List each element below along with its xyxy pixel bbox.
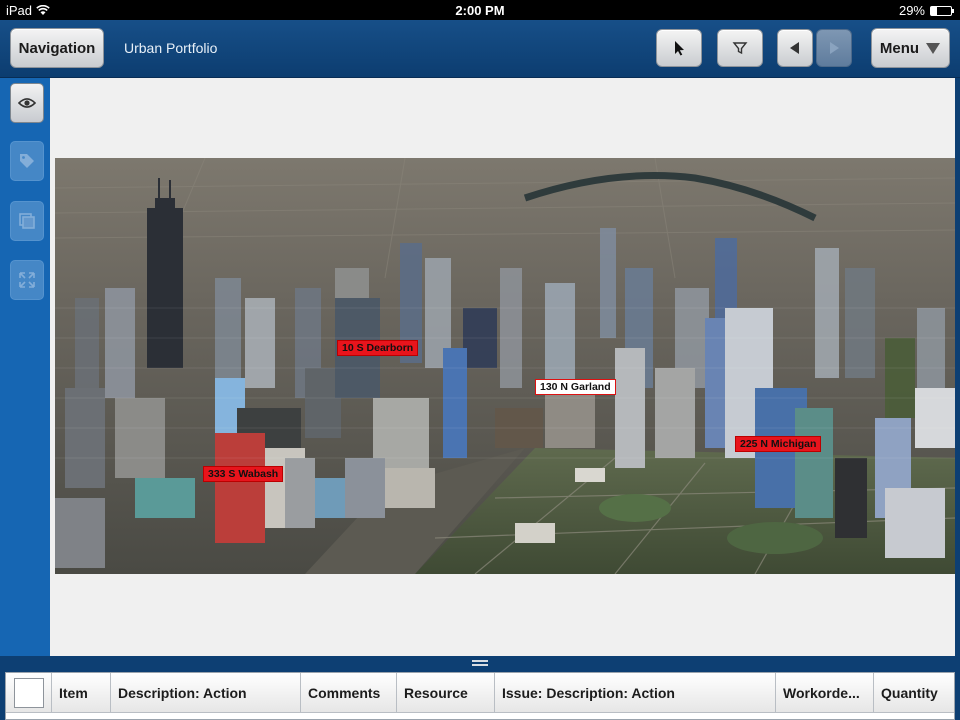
city-aerial-image[interactable]: 10 S Dearborn 130 N Garland 225 N Michig… [55, 158, 955, 574]
layers-button[interactable] [10, 201, 44, 241]
forward-button[interactable] [816, 29, 852, 67]
column-header-issue[interactable]: Issue: Description: Action [495, 673, 776, 712]
filter-icon [732, 42, 748, 55]
expand-button[interactable] [10, 260, 44, 300]
navigation-button[interactable]: Navigation [10, 28, 104, 68]
select-all-cell [6, 673, 52, 712]
pointer-icon [675, 41, 684, 56]
select-all-checkbox[interactable] [13, 677, 44, 708]
column-header-quantity[interactable]: Quantity [874, 673, 950, 712]
back-button[interactable] [777, 29, 813, 67]
grid-header: Item Description: Action Comments Resour… [6, 673, 954, 713]
clock: 2:00 PM [455, 3, 505, 18]
layers-icon [19, 213, 35, 229]
tag-button[interactable] [10, 141, 44, 181]
building-label[interactable]: 10 S Dearborn [337, 340, 419, 356]
menu-chevron-icon [926, 43, 941, 54]
data-grid: Item Description: Action Comments Resour… [5, 672, 955, 720]
eye-icon [18, 98, 36, 108]
expand-icon [19, 272, 35, 288]
column-header-comments[interactable]: Comments [301, 673, 397, 712]
building-label[interactable]: 333 S Wabash [203, 466, 284, 482]
map-view[interactable]: 10 S Dearborn 130 N Garland 225 N Michig… [50, 78, 955, 656]
filter-button[interactable] [717, 29, 763, 67]
column-header-item[interactable]: Item [52, 673, 111, 712]
drag-handle-icon[interactable] [472, 660, 488, 666]
menu-label: Menu [879, 39, 920, 57]
select-tool-button[interactable] [656, 29, 702, 67]
column-header-description[interactable]: Description: Action [111, 673, 301, 712]
top-toolbar: Navigation Urban Portfolio Menu [0, 20, 960, 78]
tag-icon [20, 154, 34, 168]
side-rail [0, 78, 50, 656]
battery-icon [930, 5, 954, 16]
building-label[interactable]: 130 N Garland [535, 379, 616, 395]
visibility-button[interactable] [10, 83, 44, 123]
back-arrow-icon [790, 42, 799, 54]
battery-percent: 29% [898, 3, 925, 18]
status-bar: iPad 2:00 PM 29% [0, 0, 960, 20]
panel-splitter[interactable] [0, 656, 960, 670]
column-header-resource[interactable]: Resource [397, 673, 495, 712]
menu-button[interactable]: Menu [871, 28, 950, 68]
building-label[interactable]: 225 N Michigan [735, 436, 822, 452]
column-header-workorder[interactable]: Workorde... [776, 673, 874, 712]
forward-arrow-icon [830, 42, 839, 54]
app-title: Urban Portfolio [124, 40, 218, 56]
